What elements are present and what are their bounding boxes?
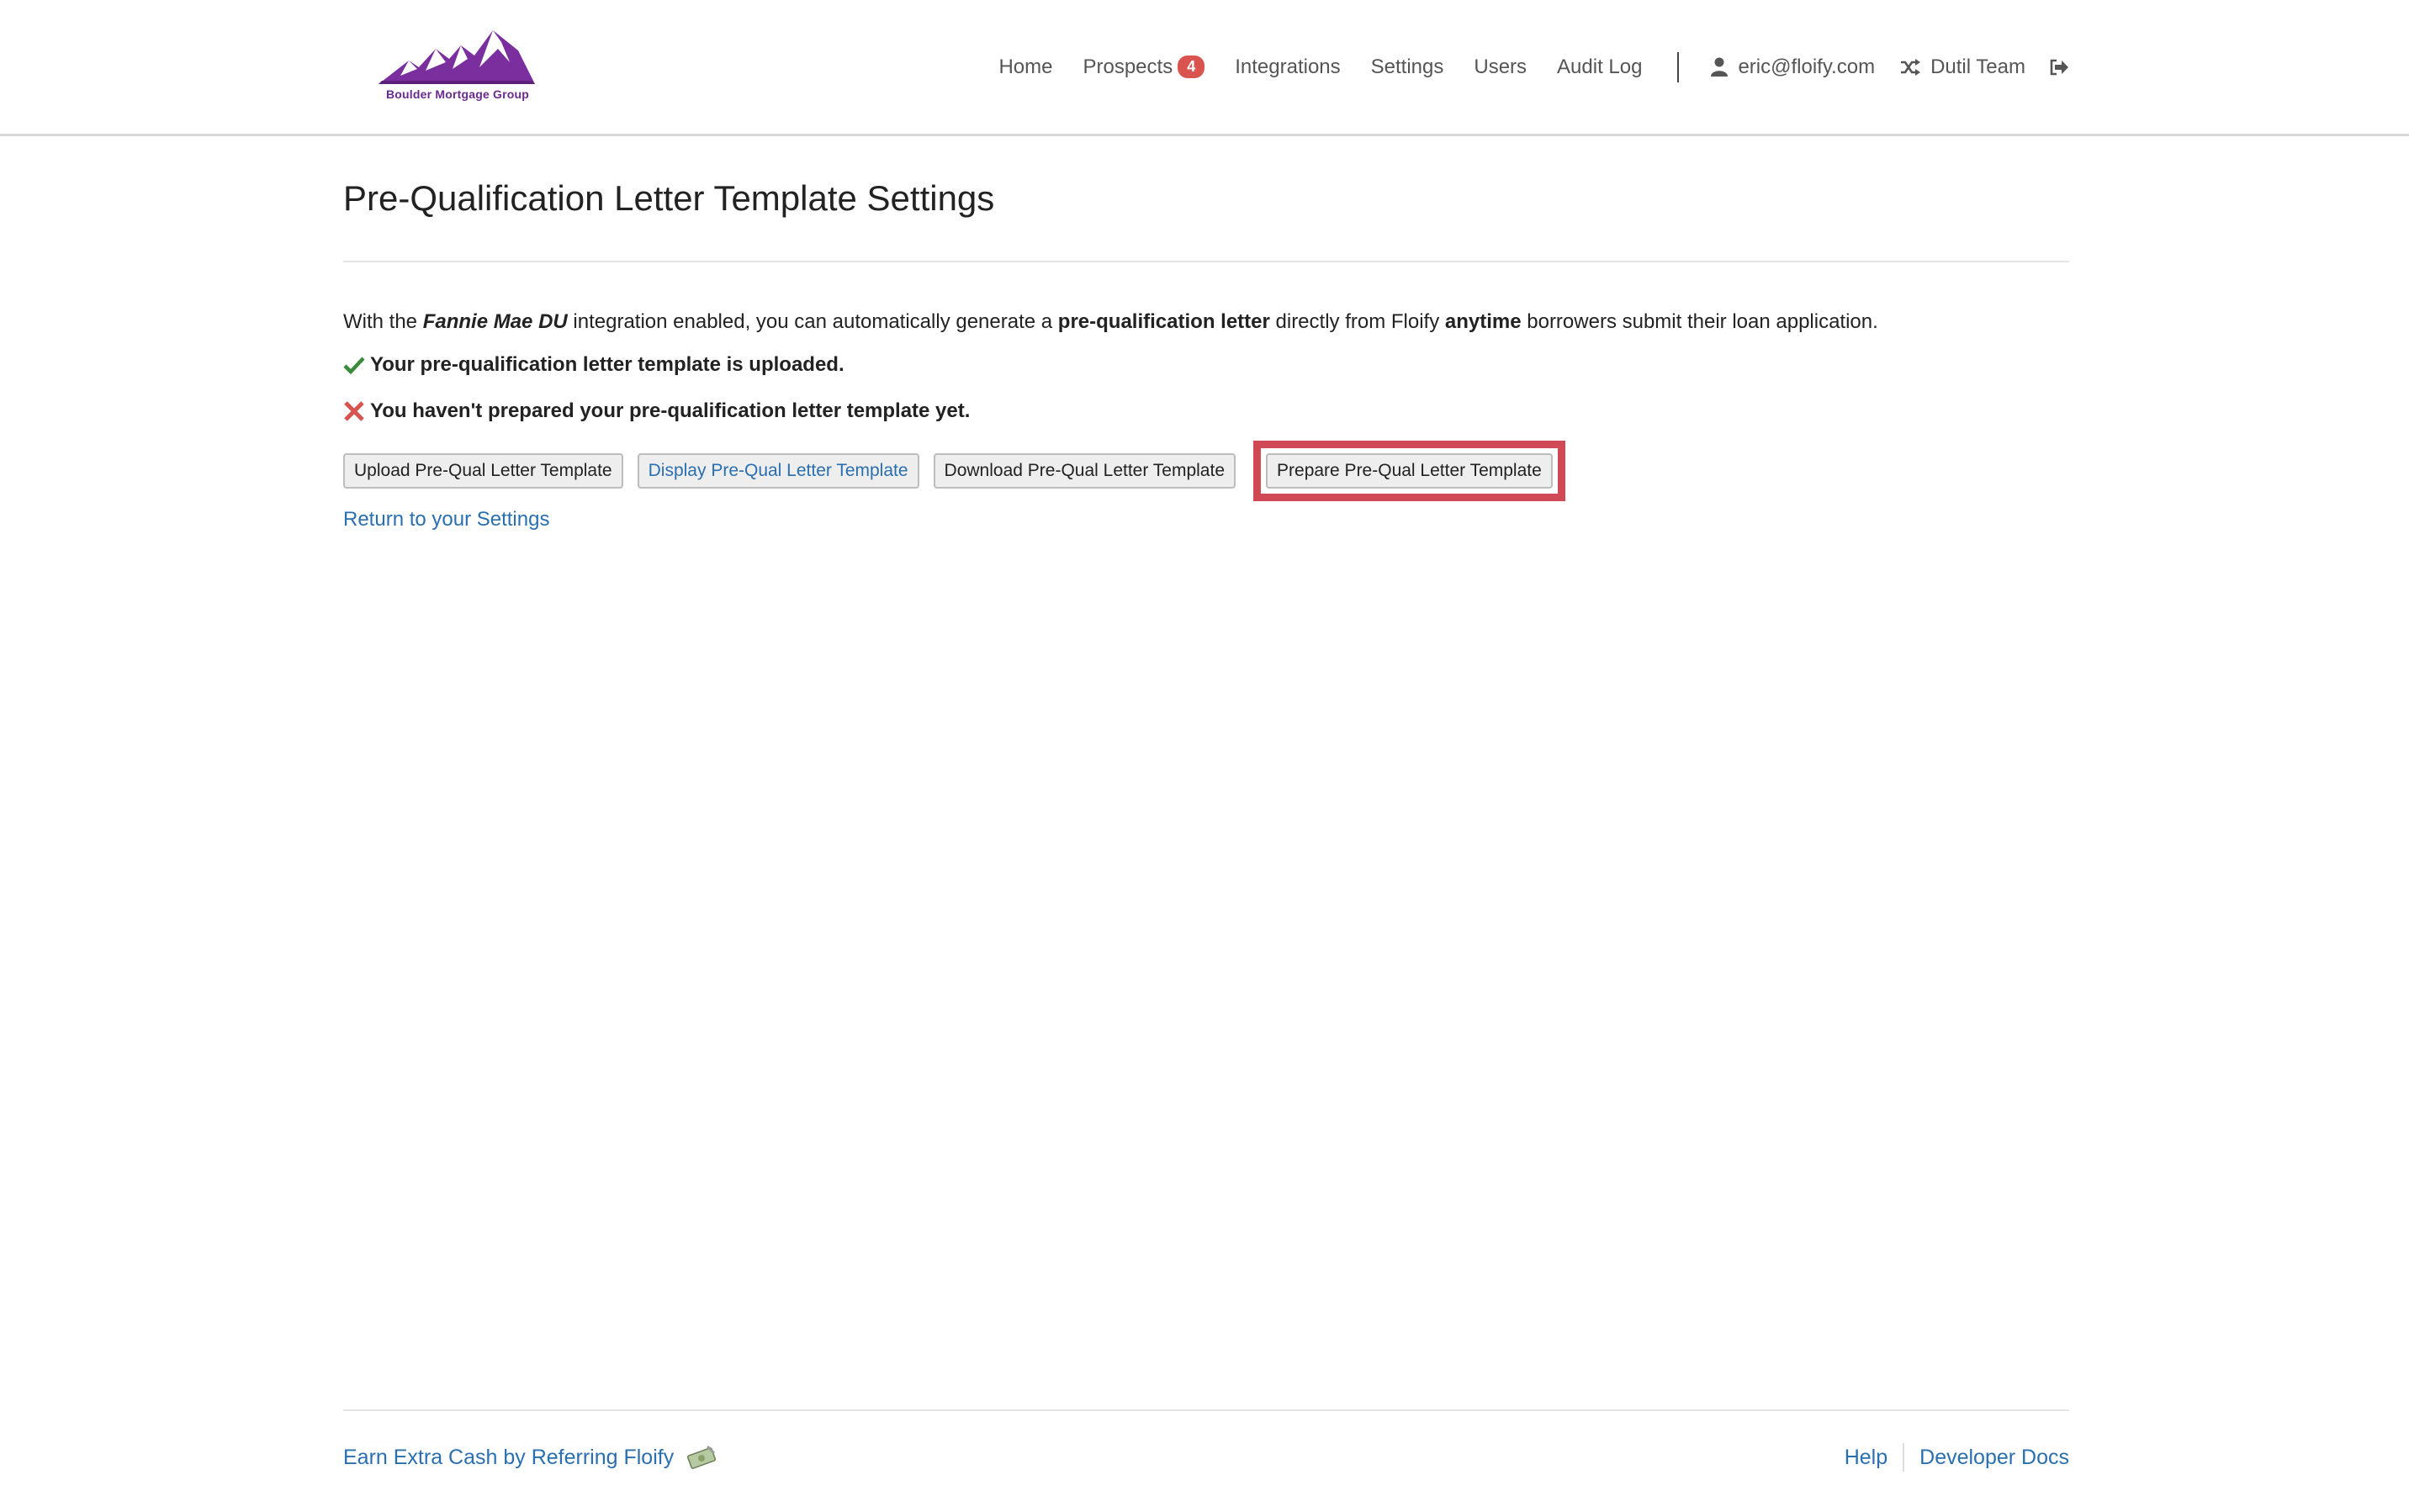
intro-anytime: anytime bbox=[1444, 310, 1522, 333]
intro-text: With the Fannie Mae DU integration enabl… bbox=[343, 310, 1878, 334]
footer-link-separator bbox=[1903, 1443, 1905, 1472]
nav-home[interactable]: Home bbox=[998, 56, 1052, 79]
highlight-box: Prepare Pre-Qual Letter Template bbox=[1253, 441, 1565, 501]
download-template-button[interactable]: Download Pre-Qual Letter Template bbox=[933, 453, 1236, 489]
shuffle-icon bbox=[1900, 58, 1921, 77]
status-uploaded: Your pre-qualification letter template i… bbox=[343, 353, 844, 377]
intro-part: directly from Floify bbox=[1269, 310, 1445, 333]
intro-part: integration enabled, you can automatical… bbox=[567, 310, 1058, 333]
developer-docs-link[interactable]: Developer Docs bbox=[1919, 1446, 2069, 1470]
logo-text: Boulder Mortgage Group bbox=[385, 87, 530, 101]
status-not-prepared: You haven't prepared your pre-qualificat… bbox=[343, 399, 970, 423]
money-icon bbox=[686, 1443, 717, 1472]
user-icon bbox=[1711, 57, 1729, 77]
nav-users[interactable]: Users bbox=[1474, 56, 1527, 79]
nav-settings[interactable]: Settings bbox=[1371, 56, 1444, 79]
nav-switch-team[interactable]: Dutil Team bbox=[1900, 56, 2025, 79]
top-navbar: Boulder Mortgage Group Home Prospects 4 I… bbox=[0, 0, 2409, 136]
sign-out-icon[interactable] bbox=[2049, 58, 2069, 77]
help-link[interactable]: Help bbox=[1845, 1446, 1887, 1470]
page-title: Pre-Qualification Letter Template Settin… bbox=[343, 178, 995, 218]
template-actions: Upload Pre-Qual Letter Template Display … bbox=[343, 441, 1565, 501]
nav-prospects-label: Prospects bbox=[1083, 56, 1173, 78]
intro-part: borrowers submit their loan application. bbox=[1521, 310, 1878, 333]
intro-integration-name: Fannie Mae DU bbox=[422, 310, 568, 333]
nav-user-account[interactable]: eric@floify.com bbox=[1711, 56, 1875, 79]
footer-links: Help Developer Docs bbox=[1845, 1443, 2069, 1472]
main-nav: Home Prospects 4 Integrations Settings Us… bbox=[998, 47, 2069, 87]
title-divider bbox=[343, 261, 2069, 262]
referral-link[interactable]: Earn Extra Cash by Referring Floify bbox=[343, 1443, 717, 1472]
intro-part: With the bbox=[343, 310, 423, 333]
status-uploaded-text: Your pre-qualification letter template i… bbox=[370, 353, 844, 376]
nav-divider bbox=[1677, 52, 1680, 82]
check-icon bbox=[343, 356, 368, 374]
intro-letter-term: pre-qualification letter bbox=[1057, 310, 1270, 333]
prospects-count-badge: 4 bbox=[1178, 56, 1205, 78]
prepare-template-button[interactable]: Prepare Pre-Qual Letter Template bbox=[1266, 453, 1553, 489]
team-name: Dutil Team bbox=[1930, 56, 2025, 78]
referral-link-text: Earn Extra Cash by Referring Floify bbox=[343, 1445, 675, 1469]
status-not-prepared-text: You haven't prepared your pre-qualificat… bbox=[370, 399, 971, 422]
cross-icon bbox=[343, 400, 368, 422]
nav-integrations[interactable]: Integrations bbox=[1235, 56, 1340, 79]
mountain-logo-icon bbox=[379, 30, 535, 84]
nav-audit-log[interactable]: Audit Log bbox=[1557, 56, 1642, 79]
upload-template-button[interactable]: Upload Pre-Qual Letter Template bbox=[343, 453, 623, 489]
return-to-settings-link[interactable]: Return to your Settings bbox=[343, 508, 549, 531]
nav-prospects[interactable]: Prospects 4 bbox=[1083, 56, 1205, 79]
user-email: eric@floify.com bbox=[1738, 56, 1876, 78]
footer-divider bbox=[343, 1409, 2069, 1411]
brand-logo[interactable]: Boulder Mortgage Group bbox=[375, 25, 540, 106]
display-template-button[interactable]: Display Pre-Qual Letter Template bbox=[637, 453, 919, 489]
